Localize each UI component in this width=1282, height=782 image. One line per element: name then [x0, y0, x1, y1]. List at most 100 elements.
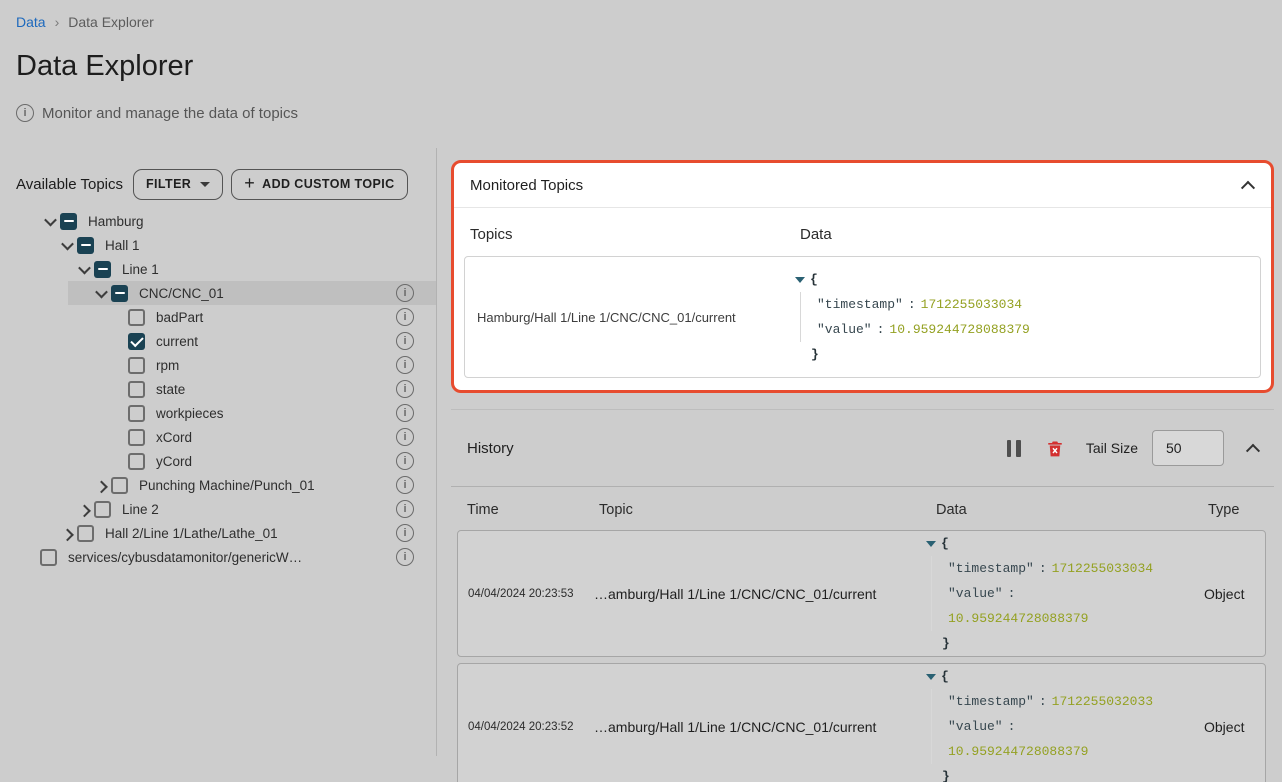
info-icon: i [16, 104, 34, 122]
breadcrumb-separator-icon: › [55, 14, 60, 30]
tree-item-hamburg[interactable]: Hamburg [0, 209, 436, 233]
tree-item-xcord[interactable]: xCord i [0, 425, 436, 449]
json-collapse-triangle-icon[interactable] [926, 674, 936, 680]
tree-item-cnc-cnc-01[interactable]: CNC/CNC_01 i [0, 281, 436, 305]
add-custom-topic-button[interactable]: + ADD CUSTOM TOPIC [231, 169, 407, 200]
checkbox-unchecked[interactable] [128, 381, 145, 398]
tree-item-current[interactable]: current i [0, 329, 436, 353]
checkbox-checked[interactable] [128, 333, 145, 350]
checkbox-indeterminate[interactable] [94, 261, 111, 278]
checkbox-indeterminate[interactable] [111, 285, 128, 302]
chevron-right-icon[interactable] [74, 497, 94, 521]
available-topics-title: Available Topics [16, 176, 123, 193]
filter-button-label: FILTER [146, 177, 191, 191]
json-colon: : [877, 322, 885, 337]
tree-item-line-2[interactable]: Line 2 i [0, 497, 436, 521]
chevron-down-icon[interactable] [91, 281, 111, 305]
info-icon[interactable]: i [396, 356, 414, 374]
chevron-down-icon[interactable] [40, 209, 60, 233]
tree-item-label: CNC/CNC_01 [139, 286, 224, 301]
monitored-topic-row: Hamburg/Hall 1/Line 1/CNC/CNC_01/current… [464, 256, 1261, 378]
tree-item-line-1[interactable]: Line 1 [0, 257, 436, 281]
breadcrumb: Data › Data Explorer [0, 0, 1282, 30]
collapse-chevron-up-icon[interactable] [1246, 441, 1260, 455]
tree-item-workpieces[interactable]: workpieces i [0, 401, 436, 425]
tree-item-label: rpm [156, 358, 179, 373]
info-icon[interactable]: i [396, 284, 414, 302]
column-header-topic: Topic [599, 502, 936, 518]
info-icon[interactable]: i [396, 548, 414, 566]
info-icon[interactable]: i [396, 332, 414, 350]
pause-icon[interactable] [1007, 440, 1022, 457]
filter-button[interactable]: FILTER [133, 169, 223, 200]
json-key: "value" [817, 322, 872, 337]
tree-item-badpart[interactable]: badPart i [0, 305, 436, 329]
json-viewer: { "timestamp":1712255033034 "value":10.9… [795, 267, 1248, 367]
checkbox-unchecked[interactable] [128, 309, 145, 326]
json-colon: : [1008, 586, 1016, 601]
tree-item-state[interactable]: state i [0, 377, 436, 401]
json-colon: : [1039, 694, 1047, 709]
json-key: "timestamp" [948, 694, 1034, 709]
data-explorer-screen: Data › Data Explorer Data Explorer i Mon… [0, 0, 1282, 782]
chevron-down-icon[interactable] [57, 233, 77, 257]
chevron-spacer [108, 425, 128, 449]
tree-item-rpm[interactable]: rpm i [0, 353, 436, 377]
info-icon[interactable]: i [396, 500, 414, 518]
tail-size-input[interactable] [1152, 430, 1224, 466]
info-icon[interactable]: i [396, 524, 414, 542]
chevron-right-icon[interactable] [57, 521, 77, 545]
checkbox-unchecked[interactable] [128, 429, 145, 446]
json-value: 10.959244728088379 [889, 322, 1029, 337]
column-header-type: Type [1208, 502, 1258, 518]
checkbox-unchecked[interactable] [40, 549, 57, 566]
json-value: 1712255032033 [1052, 694, 1153, 709]
tree-item-ycord[interactable]: yCord i [0, 449, 436, 473]
checkbox-unchecked[interactable] [128, 453, 145, 470]
info-icon[interactable]: i [396, 428, 414, 446]
chevron-down-icon[interactable] [74, 257, 94, 281]
tree-item-label: Hall 2/Line 1/Lathe/Lathe_01 [105, 526, 278, 541]
checkbox-indeterminate[interactable] [60, 213, 77, 230]
history-type: Object [1198, 586, 1255, 602]
info-icon[interactable]: i [396, 380, 414, 398]
json-value: 1712255033034 [921, 297, 1022, 312]
checkbox-unchecked[interactable] [94, 501, 111, 518]
json-collapse-triangle-icon[interactable] [795, 277, 805, 283]
checkbox-unchecked[interactable] [128, 405, 145, 422]
info-icon[interactable]: i [396, 476, 414, 494]
json-collapse-triangle-icon[interactable] [926, 541, 936, 547]
tree-item-punching-machine-punch-01[interactable]: Punching Machine/Punch_01 i [0, 473, 436, 497]
checkbox-unchecked[interactable] [128, 357, 145, 374]
tree-item-label: Line 2 [122, 502, 159, 517]
tree-item-label: yCord [156, 454, 192, 469]
checkbox-indeterminate[interactable] [77, 237, 94, 254]
annotation-highlight-box: Monitored Topics Topics Data Hamburg/Hal… [451, 160, 1274, 393]
tree-item-label: services/cybusdatamonitor/genericW… [68, 550, 302, 565]
history-title: History [467, 440, 514, 457]
topic-tree: Hamburg Hall 1 Line 1 CNC/CNC_01 i [0, 209, 436, 569]
history-topic: …amburg/Hall 1/Line 1/CNC/CNC_01/current [594, 719, 926, 735]
info-icon[interactable]: i [396, 308, 414, 326]
checkbox-unchecked[interactable] [77, 525, 94, 542]
monitored-topics-header: Monitored Topics [454, 163, 1271, 207]
tree-item-label: Hamburg [88, 214, 144, 229]
right-panel: Monitored Topics Topics Data Hamburg/Hal… [437, 148, 1282, 756]
plus-icon: + [244, 174, 255, 192]
tree-item-hall-1[interactable]: Hall 1 [0, 233, 436, 257]
json-close-brace: } [942, 764, 1198, 782]
breadcrumb-link-data[interactable]: Data [16, 14, 46, 30]
info-icon[interactable]: i [396, 452, 414, 470]
tree-item-hall-2-line-1-lathe-lathe-01[interactable]: Hall 2/Line 1/Lathe/Lathe_01 i [0, 521, 436, 545]
clear-history-trash-icon[interactable] [1046, 439, 1064, 458]
history-time: 04/04/2024 20:23:52 [468, 721, 594, 733]
info-icon[interactable]: i [396, 404, 414, 422]
json-open-brace: { [941, 664, 949, 689]
monitored-topics-title: Monitored Topics [470, 177, 583, 194]
caret-down-icon [200, 182, 210, 187]
checkbox-unchecked[interactable] [111, 477, 128, 494]
collapse-chevron-up-icon[interactable] [1241, 178, 1255, 192]
tree-item-services-cybusdatamonitor[interactable]: services/cybusdatamonitor/genericW… i [0, 545, 436, 569]
chevron-right-icon[interactable] [91, 473, 111, 497]
json-colon: : [1039, 561, 1047, 576]
